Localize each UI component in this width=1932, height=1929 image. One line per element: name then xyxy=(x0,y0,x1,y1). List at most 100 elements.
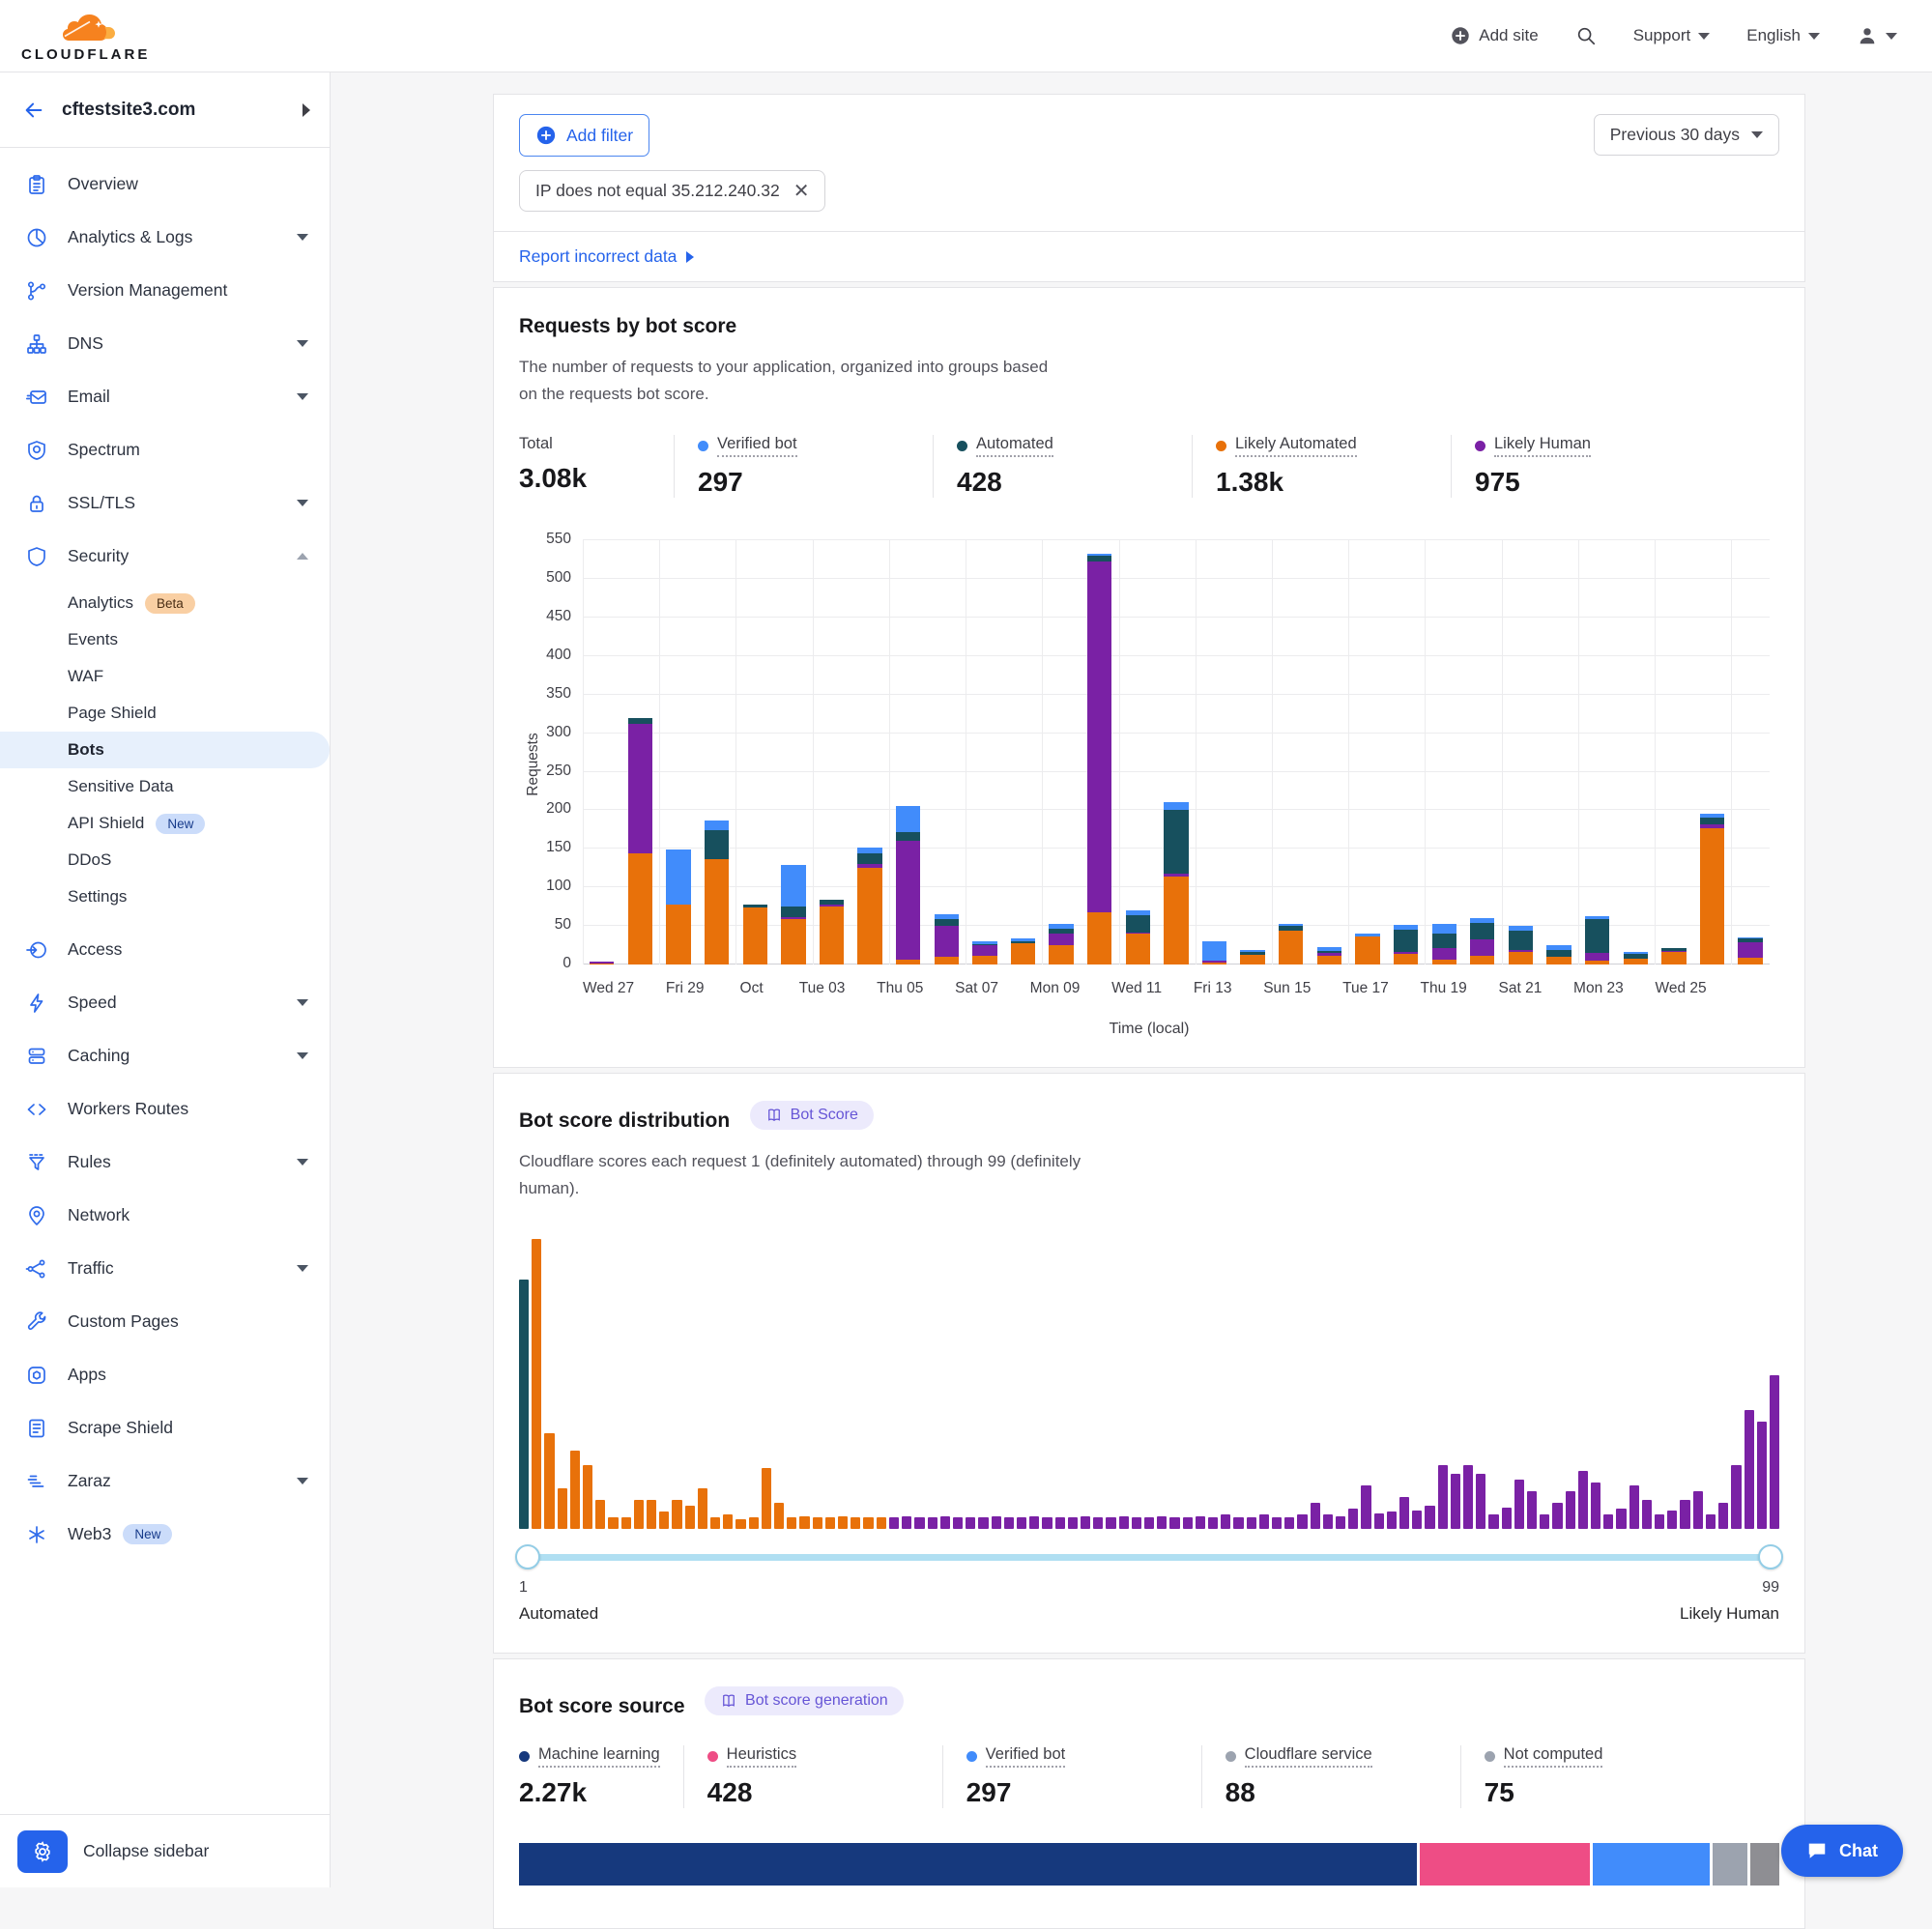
collapse-sidebar-button[interactable]: Collapse sidebar xyxy=(83,1841,209,1861)
cloudflare-logo[interactable]: CLOUDFLARE xyxy=(21,11,150,62)
sidebar-item-scrape-shield[interactable]: Scrape Shield xyxy=(0,1401,330,1454)
support-menu[interactable]: Support xyxy=(1633,26,1711,45)
sidebar-item-network[interactable]: Network xyxy=(0,1189,330,1242)
sidebar-subitem-page-shield[interactable]: Page Shield xyxy=(0,695,330,732)
histogram-bar-score-24 xyxy=(813,1517,822,1529)
chevron-right-icon[interactable] xyxy=(303,103,310,117)
bar-slot xyxy=(698,540,736,964)
stacked-bar-mon-16 xyxy=(1317,947,1341,964)
histogram-bar-score-36 xyxy=(966,1517,975,1529)
x-axis-tick xyxy=(1311,980,1342,997)
x-axis-tick xyxy=(1542,980,1573,997)
language-menu[interactable]: English xyxy=(1746,26,1820,45)
histogram-bar-score-15 xyxy=(698,1488,707,1529)
bar-segment-likely-automated xyxy=(935,957,959,964)
histogram-bar-score-19 xyxy=(749,1517,759,1529)
search-button[interactable] xyxy=(1575,25,1597,46)
back-arrow-icon[interactable] xyxy=(23,100,44,121)
sidebar-nav: OverviewAnalytics & LogsVersion Manageme… xyxy=(0,148,330,1814)
sidebar-item-spectrum[interactable]: Spectrum xyxy=(0,423,330,476)
sidebar-item-traffic[interactable]: Traffic xyxy=(0,1242,330,1295)
report-row: Report incorrect data xyxy=(493,232,1805,282)
sidebar-subitem-waf[interactable]: WAF xyxy=(0,658,330,695)
add-filter-button[interactable]: Add filter xyxy=(519,114,649,157)
bar-segment-likely-automated xyxy=(1470,956,1494,964)
sidebar-item-label: Caching xyxy=(68,1046,130,1066)
sidebar-item-apps[interactable]: Apps xyxy=(0,1348,330,1401)
sidebar-subitem-api-shield[interactable]: API ShieldNew xyxy=(0,805,330,842)
sidebar-subitem-events[interactable]: Events xyxy=(0,621,330,658)
x-axis-tick: Sun 15 xyxy=(1263,980,1311,997)
sidebar-item-overview[interactable]: Overview xyxy=(0,158,330,211)
chevron-down-icon xyxy=(1886,33,1897,40)
sidebar-item-access[interactable]: Access xyxy=(0,923,330,976)
date-range-select[interactable]: Previous 30 days xyxy=(1594,114,1779,156)
bar-segment-likely-automated xyxy=(1394,954,1418,964)
sidebar-item-label: Email xyxy=(68,387,110,407)
sidebar-item-speed[interactable]: Speed xyxy=(0,976,330,1029)
add-site-button[interactable]: Add site xyxy=(1450,25,1538,46)
sidebar-item-caching[interactable]: Caching xyxy=(0,1029,330,1082)
bar-segment-automated xyxy=(705,830,729,859)
site-switcher[interactable]: cftestsite3.com xyxy=(0,72,330,148)
security-submenu: AnalyticsBetaEventsWAFPage ShieldBotsSen… xyxy=(0,583,330,923)
settings-gear-button[interactable] xyxy=(17,1830,68,1873)
sidebar-item-security[interactable]: Security xyxy=(0,530,330,583)
sidebar-subitem-label: Settings xyxy=(68,887,127,907)
bar-segment-verified-bot xyxy=(705,821,729,829)
report-incorrect-data-link[interactable]: Report incorrect data xyxy=(519,246,677,267)
sidebar-subitem-sensitive-data[interactable]: Sensitive Data xyxy=(0,768,330,805)
histogram-bar-score-62 xyxy=(1297,1514,1307,1529)
x-axis-tick xyxy=(1162,980,1194,997)
filter-chip[interactable]: IP does not equal 35.212.240.32 ✕ xyxy=(519,170,825,212)
x-axis-tick: Fri 13 xyxy=(1194,980,1232,997)
badge-beta: Beta xyxy=(145,593,195,614)
bar-segment-verified-bot xyxy=(1432,924,1456,933)
source-segment-heuristics xyxy=(1420,1843,1590,1886)
stat-label: Not computed xyxy=(1504,1745,1603,1768)
stat-likely-human: Likely Human975 xyxy=(1451,435,1710,498)
branch-icon xyxy=(25,279,48,302)
legend-dot xyxy=(1226,1751,1236,1762)
shield-icon xyxy=(25,545,48,568)
sidebar-item-ssl-tls[interactable]: SSL/TLS xyxy=(0,476,330,530)
close-icon[interactable]: ✕ xyxy=(793,182,810,201)
x-axis-tick xyxy=(1080,980,1111,997)
stacked-bar-sun-22 xyxy=(1546,945,1571,964)
bar-segment-likely-human xyxy=(972,945,996,956)
stat-machine-learning: Machine learning2.27k xyxy=(519,1745,683,1808)
slider-handle-max[interactable] xyxy=(1758,1544,1783,1569)
stat-likely-automated: Likely Automated1.38k xyxy=(1192,435,1451,498)
stacked-bar-wed-18 xyxy=(1394,925,1418,964)
bot-score-generation-badge[interactable]: Bot score generation xyxy=(705,1686,904,1715)
bar-slot xyxy=(621,540,660,964)
source-segment-machine-learning xyxy=(519,1843,1417,1886)
bar-slot xyxy=(1463,540,1502,964)
sidebar-subitem-ddos[interactable]: DDoS xyxy=(0,842,330,878)
stacked-bar-fri-13 xyxy=(1202,941,1226,964)
bar-segment-likely-human xyxy=(896,841,920,960)
sidebar-item-rules[interactable]: Rules xyxy=(0,1136,330,1189)
sidebar-subitem-bots[interactable]: Bots xyxy=(0,732,330,768)
chat-bubble-icon xyxy=(1806,1840,1828,1861)
sidebar-subitem-analytics[interactable]: AnalyticsBeta xyxy=(0,585,330,621)
sidebar-item-workers-routes[interactable]: Workers Routes xyxy=(0,1082,330,1136)
sidebar-item-zaraz[interactable]: Zaraz xyxy=(0,1454,330,1508)
sidebar-item-dns[interactable]: DNS xyxy=(0,317,330,370)
bot-score-badge[interactable]: Bot Score xyxy=(750,1101,874,1130)
histogram-bar-score-34 xyxy=(940,1516,950,1530)
account-menu[interactable] xyxy=(1857,25,1897,46)
sidebar-subitem-settings[interactable]: Settings xyxy=(0,878,330,915)
chat-button[interactable]: Chat xyxy=(1781,1825,1903,1877)
histogram-bar-score-13 xyxy=(672,1500,681,1529)
histogram-bar-score-48 xyxy=(1119,1516,1129,1530)
slider-handle-min[interactable] xyxy=(515,1544,540,1569)
sidebar-item-web3[interactable]: Web3New xyxy=(0,1508,330,1561)
slider-track[interactable] xyxy=(519,1554,1779,1561)
bar-slot xyxy=(1731,540,1770,964)
sidebar-item-analytics-logs[interactable]: Analytics & Logs xyxy=(0,211,330,264)
sidebar-item-email[interactable]: Email xyxy=(0,370,330,423)
sidebar-item-custom-pages[interactable]: Custom Pages xyxy=(0,1295,330,1348)
sidebar-item-version-management[interactable]: Version Management xyxy=(0,264,330,317)
stat-label: Machine learning xyxy=(538,1745,660,1768)
